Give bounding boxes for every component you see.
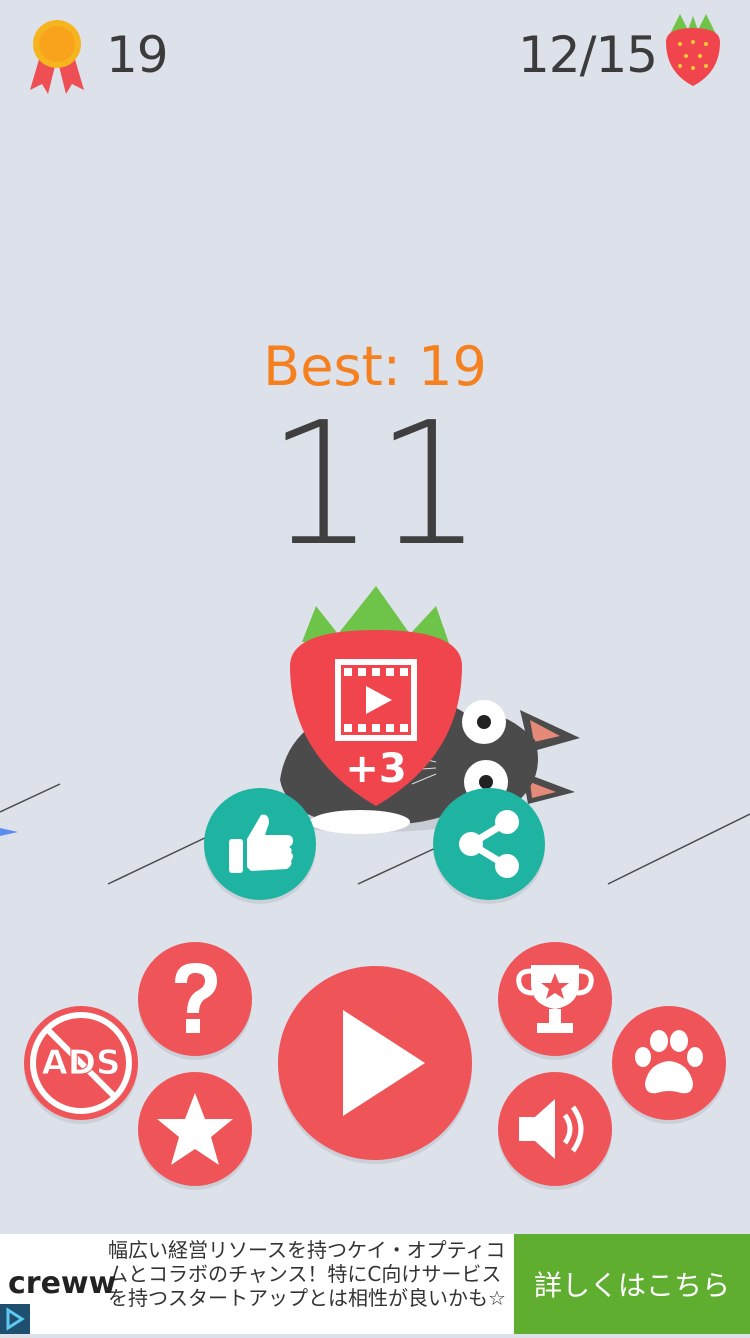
video-reward-button[interactable]: +3 xyxy=(286,586,466,810)
sound-button[interactable] xyxy=(498,1072,612,1186)
thumbs-up-icon xyxy=(229,814,293,873)
medal-icon xyxy=(26,18,88,98)
video-film-icon xyxy=(334,658,418,742)
ad-choices-icon[interactable] xyxy=(0,1304,30,1334)
star-icon xyxy=(157,1093,233,1165)
strawberry-progress: 12/15 xyxy=(518,26,658,84)
speaker-icon xyxy=(519,1099,584,1159)
ad-cta-button[interactable]: 詳しくはこちら xyxy=(514,1234,750,1334)
play-button[interactable] xyxy=(278,966,472,1160)
medal-count: 19 xyxy=(106,26,169,84)
paw-icon xyxy=(635,1030,703,1094)
like-button[interactable] xyxy=(204,788,316,900)
play-icon xyxy=(343,1010,425,1116)
share-icon xyxy=(459,810,519,878)
no-ads-button[interactable]: ADS xyxy=(24,1006,138,1120)
strawberry-icon xyxy=(660,12,726,88)
ad-brand-logo: creww xyxy=(8,1266,117,1301)
share-button[interactable] xyxy=(433,788,545,900)
question-icon xyxy=(175,963,217,1033)
current-score: 11 xyxy=(266,386,484,584)
characters-button[interactable] xyxy=(612,1006,726,1120)
rate-button[interactable] xyxy=(138,1072,252,1186)
trophy-icon xyxy=(516,965,594,1033)
no-ads-label: ADS xyxy=(41,1043,121,1084)
video-bonus-label: +3 xyxy=(345,746,407,792)
leaderboard-button[interactable] xyxy=(498,942,612,1056)
ad-text: 幅広い経営リソースを持つケイ・オプティコムとコラボのチャンス！特にC向けサービス… xyxy=(108,1238,506,1310)
help-button[interactable] xyxy=(138,942,252,1056)
